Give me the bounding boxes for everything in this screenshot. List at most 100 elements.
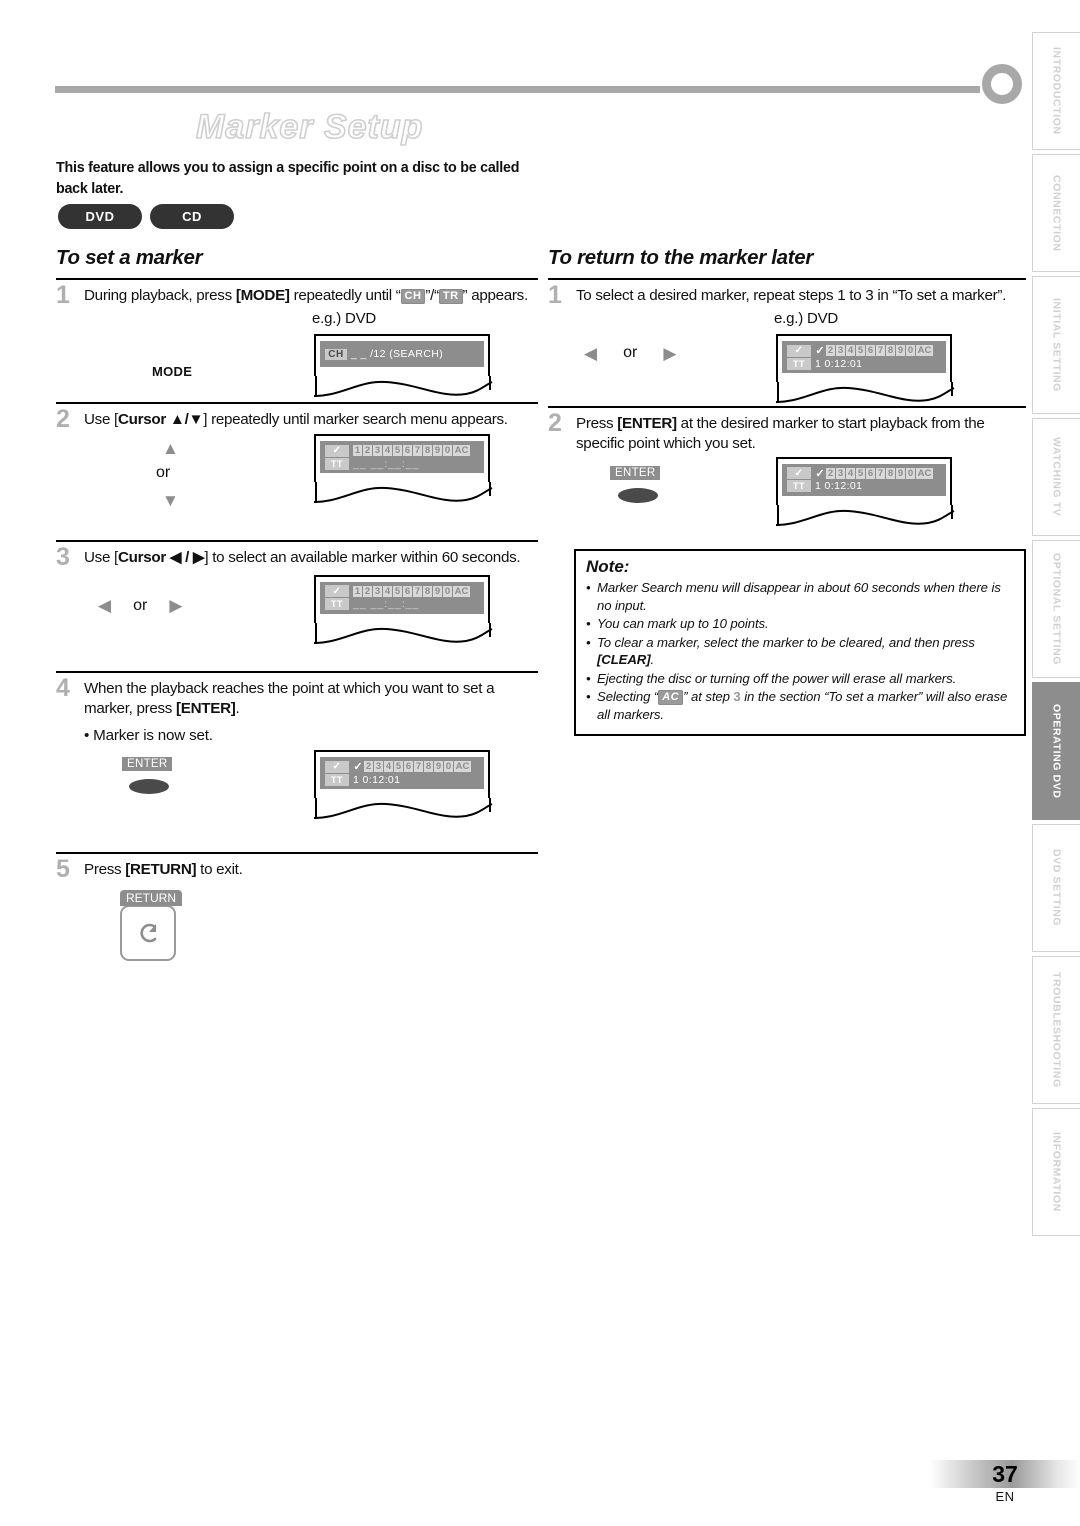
note-text-mid: ” at step	[683, 689, 734, 705]
osd-num: 6	[866, 467, 875, 479]
osd-time-text: 1 0:12:01	[815, 480, 863, 493]
step-number: 1	[548, 281, 562, 309]
return-key-graphic: RETURN	[120, 889, 182, 961]
side-tab-label: DVD SETTING	[1050, 849, 1063, 927]
enter-key-oval-icon	[618, 487, 658, 503]
osd-num: 7	[413, 445, 422, 457]
osd-number-strip: ✓ 2 3 4 5 6 7 8 9 0 AC	[815, 467, 933, 480]
cursor-left-arrow-icon: ◀	[98, 596, 112, 616]
osd-num: 3	[374, 761, 383, 773]
side-tab-label: OPERATING DVD	[1050, 703, 1063, 799]
step-text-suffix: ] repeatedly until marker search menu ap…	[203, 411, 508, 429]
section-heading-return-marker: To return to the marker later	[548, 246, 814, 269]
side-tab-label: TROUBLESHOOTING	[1050, 972, 1063, 1088]
page-footer: 37 EN	[930, 1460, 1080, 1504]
step-5: 5 Press [RETURN] to exit. RETURN	[56, 857, 538, 964]
osd-search-text: _ _ /12 (SEARCH)	[351, 348, 444, 361]
osd-num: 0	[906, 467, 915, 479]
note-item: Selecting “AC” at step 3 in the section …	[586, 688, 1014, 723]
side-tab-dvd-setting[interactable]: DVD SETTING	[1032, 824, 1080, 952]
badge-cd: CD	[150, 204, 234, 229]
left-column: To set a marker 1 During playback, press…	[56, 246, 538, 965]
side-tab-information[interactable]: INFORMATION	[1032, 1108, 1080, 1236]
step-text-suffix: .	[235, 699, 240, 717]
step-text: Use [Cursor ▲/▼] repeatedly until marker…	[84, 410, 538, 430]
step-number: 4	[56, 673, 70, 702]
page-language-code: EN	[995, 1489, 1015, 1504]
cursor-down-arrow-icon: ▼	[162, 491, 179, 511]
step-text: When the playback reaches the point at w…	[84, 679, 538, 719]
osd-num: 0	[444, 761, 453, 773]
step-text: Use [Cursor ◀ / ▶] to select an availabl…	[84, 548, 538, 568]
note-item: Marker Search menu will disappear in abo…	[586, 579, 1014, 614]
osd-num: 6	[403, 585, 412, 597]
right-step-1: 1 To select a desired marker, repeat ste…	[548, 281, 1026, 404]
note-item: To clear a marker, select the marker to …	[586, 634, 1014, 669]
osd-time-text: __ __:__:__	[353, 598, 420, 611]
note-box: Note: Marker Search menu will disappear …	[574, 549, 1026, 737]
osd-check-tag-icon: ✓	[325, 444, 349, 457]
side-tab-watching-tv[interactable]: WATCHING TV	[1032, 418, 1080, 536]
osd-time-text: __ __:__:__	[353, 457, 420, 470]
osd-num: 3	[836, 345, 845, 357]
step-1: 1 During playback, press [MODE] repeated…	[56, 283, 538, 398]
or-label: or	[156, 464, 171, 482]
osd-num: 7	[876, 467, 885, 479]
osd-check-tag-icon: ✓	[325, 585, 349, 598]
osd-number-strip: 1 2 3 4 5 6 7 8 9 0 AC	[353, 445, 470, 457]
step-text-mid: repeatedly until “	[289, 287, 401, 304]
step-number: 2	[56, 405, 70, 434]
side-tab-label: INTRODUCTION	[1050, 47, 1063, 135]
note-item: Ejecting the disc or turning off the pow…	[586, 670, 1014, 688]
osd-time-text: 1 0:12:01	[353, 773, 401, 786]
side-tab-introduction[interactable]: INTRODUCTION	[1032, 32, 1080, 150]
return-key-button-icon	[120, 904, 176, 961]
or-label: or	[133, 596, 148, 614]
intro-paragraph: This feature allows you to assign a spec…	[56, 160, 520, 197]
osd-num: 9	[896, 467, 905, 479]
note-key-clear: [CLEAR]	[597, 652, 651, 668]
side-tab-operating-dvd[interactable]: OPERATING DVD	[1032, 682, 1080, 820]
osd-num: 7	[414, 761, 423, 773]
step-3: 3 Use [Cursor ◀ / ▶] to select an availa…	[56, 543, 538, 660]
osd-display-search: CH _ _ /12 (SEARCH)	[314, 334, 493, 398]
tr-chip-icon: TR	[438, 289, 463, 304]
side-tab-optional-setting[interactable]: OPTIONAL SETTING	[1032, 540, 1080, 678]
step-text-mid2: ”/“	[425, 287, 439, 304]
step-2: 2 Use [Cursor ▲/▼] repeatedly until mark…	[56, 405, 538, 530]
osd-marker-set-check: ✓	[815, 345, 825, 358]
side-tab-label: WATCHING TV	[1050, 437, 1063, 517]
osd-num: 2	[364, 761, 373, 773]
step-divider	[548, 406, 1026, 409]
note-list: Marker Search menu will disappear in abo…	[586, 579, 1014, 723]
side-tab-initial-setting[interactable]: INITIAL SETTING	[1032, 276, 1080, 414]
step-key-enter: [ENTER]	[176, 699, 236, 717]
side-tab-troubleshooting[interactable]: TROUBLESHOOTING	[1032, 956, 1080, 1104]
osd-num: 8	[886, 467, 895, 479]
cursor-right-arrow-icon: ▶	[663, 343, 677, 363]
cursor-right-arrow-icon: ▶	[169, 596, 183, 616]
eg-label: e.g.) DVD	[774, 310, 839, 328]
right-step-2: 2 Press [ENTER] at the desired marker to…	[548, 411, 1026, 540]
osd-num: 4	[846, 467, 855, 479]
osd-num: 8	[886, 345, 895, 357]
osd-tear-edge	[314, 482, 493, 504]
osd-num: 4	[846, 345, 855, 357]
page-number-bar: 37	[930, 1460, 1080, 1488]
osd-ac-cell: AC	[453, 445, 470, 457]
osd-num: 4	[383, 445, 392, 457]
osd-ac-cell: AC	[916, 467, 933, 479]
side-tab-label: CONNECTION	[1050, 174, 1063, 252]
step-text: Press [RETURN] to exit.	[84, 860, 538, 880]
osd-display-marker-select: ✓ 1 2 3 4 5 6 7 8 9 0 AC TT __ __:__:__	[314, 574, 493, 645]
enter-key-label: ENTER	[122, 757, 173, 772]
step-text-suffix: ] to select an available marker within 6…	[204, 549, 521, 567]
step-number: 3	[56, 543, 70, 572]
step-text: During playback, press [MODE] repeatedly…	[84, 286, 538, 306]
osd-tear-edge	[776, 382, 955, 404]
osd-num: 0	[443, 585, 452, 597]
ac-chip-icon: AC	[658, 690, 684, 705]
osd-num: 2	[826, 467, 835, 479]
cursor-lr-arrow-row: ◀ or ▶	[584, 344, 676, 362]
side-tab-connection[interactable]: CONNECTION	[1032, 154, 1080, 272]
